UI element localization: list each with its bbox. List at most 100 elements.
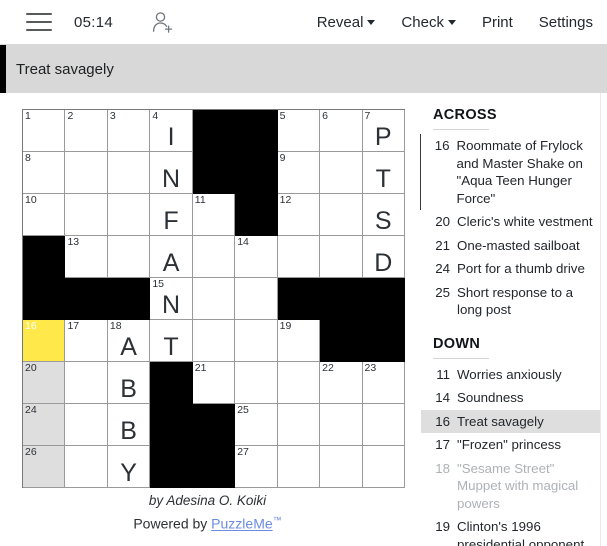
crossword-grid[interactable]: 1 2 3 4 I 5 6 7 P 8 N 9 T 10 F 11 12 S 13 A 14 D 15 N 16 17 18 A T 19… xyxy=(22,109,405,488)
grid-cell[interactable]: A xyxy=(150,236,193,278)
grid-cell[interactable]: S xyxy=(362,194,405,236)
clue-text: Port for a thumb drive xyxy=(457,261,585,276)
chevron-down-icon xyxy=(367,19,376,25)
grid-cell[interactable]: 16 xyxy=(23,320,66,362)
cell-letter: S xyxy=(374,207,392,235)
grid-cell[interactable] xyxy=(65,152,108,194)
cell-letter: T xyxy=(375,165,391,193)
across-section-heading: ACROSS xyxy=(433,107,497,123)
grid-cell[interactable] xyxy=(320,194,363,236)
grid-cell[interactable] xyxy=(192,236,236,278)
settings-button[interactable]: Settings xyxy=(539,14,593,31)
grid-cell[interactable]: 4I xyxy=(150,110,193,152)
puzzleme-link[interactable]: PuzzleMe xyxy=(211,516,272,532)
grid-cell[interactable]: 24 xyxy=(23,404,66,446)
grid-cell[interactable] xyxy=(192,278,236,320)
grid-cell[interactable]: 11 xyxy=(192,194,236,236)
add-user-icon[interactable] xyxy=(149,9,175,35)
grid-cell[interactable] xyxy=(320,236,363,278)
clue-item-down-19[interactable]: 19 Clinton's 1996 presidential opponent xyxy=(421,515,601,546)
clue-panel-scrollbar[interactable] xyxy=(600,93,607,546)
print-button[interactable]: Print xyxy=(482,14,513,31)
grid-cell[interactable] xyxy=(65,446,108,488)
grid-cell[interactable]: 26 xyxy=(23,446,66,488)
grid-cell[interactable] xyxy=(320,446,363,488)
grid-cell[interactable] xyxy=(192,320,236,362)
grid-cell[interactable]: 20 xyxy=(23,362,66,404)
grid-cell[interactable] xyxy=(362,446,405,488)
grid-cell[interactable]: 2 xyxy=(65,110,108,152)
clue-item-down-16[interactable]: 16 Treat savagely xyxy=(421,409,601,433)
hamburger-menu-icon[interactable] xyxy=(26,13,52,31)
grid-cell[interactable] xyxy=(277,362,321,404)
hamburger-line xyxy=(26,21,52,23)
grid-cell[interactable]: 18 A xyxy=(107,320,151,362)
grid-cell[interactable]: 21 xyxy=(192,362,236,404)
clue-item-down-18[interactable]: 18 "Sesame Street" Muppet with magical po… xyxy=(421,457,601,516)
grid-cell[interactable] xyxy=(320,152,363,194)
grid-cell[interactable]: T xyxy=(150,320,193,362)
grid-cell[interactable]: 15 N xyxy=(150,278,193,320)
grid-cell[interactable] xyxy=(107,236,151,278)
grid-cell[interactable] xyxy=(65,404,108,446)
grid-cell[interactable] xyxy=(277,404,321,446)
section-divider xyxy=(433,357,489,359)
grid-cell[interactable]: 19 xyxy=(277,320,321,362)
grid-cell[interactable] xyxy=(235,320,278,362)
grid-cell[interactable]: 3 xyxy=(107,110,151,152)
grid-cell[interactable] xyxy=(277,236,321,278)
puzzle-timer[interactable]: 05:14 xyxy=(74,14,113,31)
grid-cell[interactable]: 14 xyxy=(235,236,278,278)
grid-cell[interactable] xyxy=(65,362,108,404)
clue-item-across-21[interactable]: 21 One-masted sailboat xyxy=(421,234,601,258)
grid-cell[interactable]: T xyxy=(362,152,405,194)
clue-item-across-20[interactable]: 20 Cleric's white vestment xyxy=(421,210,601,234)
grid-cell[interactable]: Y xyxy=(107,446,151,488)
grid-cell[interactable]: D xyxy=(362,236,405,278)
grid-cell[interactable]: B xyxy=(107,362,151,404)
cell-number: 5 xyxy=(279,110,286,122)
scrollbar-thumb[interactable] xyxy=(601,99,606,219)
grid-cell[interactable] xyxy=(65,194,108,236)
cell-number: 1 xyxy=(25,110,31,122)
clue-panel[interactable]: ACROSS 16 Roommate of Frylock and Master S… xyxy=(415,93,607,546)
grid-cell[interactable]: F xyxy=(150,194,193,236)
grid-cell[interactable] xyxy=(235,278,278,320)
grid-cell[interactable]: 8 xyxy=(23,152,66,194)
grid-cell[interactable]: 5 xyxy=(277,110,321,152)
clue-item-across-24[interactable]: 24 Port for a thumb drive xyxy=(421,257,601,281)
cell-number: 25 xyxy=(237,404,249,416)
current-clue-bar[interactable]: Treat savagely xyxy=(0,45,607,93)
grid-cell[interactable]: 10 xyxy=(23,194,66,236)
clue-item-down-11[interactable]: 11 Worries anxiously xyxy=(421,363,601,387)
cell-number: 10 xyxy=(25,194,37,206)
reveal-menu-button[interactable]: Reveal xyxy=(317,14,376,31)
grid-cell[interactable]: 22 xyxy=(320,362,363,404)
grid-cell[interactable]: 23 xyxy=(362,362,405,404)
grid-cell[interactable]: 6 xyxy=(320,110,363,152)
grid-cell[interactable]: 7P xyxy=(362,110,405,152)
clue-item-across-16[interactable]: 16 Roommate of Frylock and Master Shake o… xyxy=(419,134,602,210)
grid-cell[interactable] xyxy=(235,362,278,404)
grid-cell[interactable]: 25 xyxy=(235,404,278,446)
cell-letter: A xyxy=(120,333,137,361)
grid-cell[interactable] xyxy=(362,404,405,446)
grid-block-cell xyxy=(235,110,278,152)
grid-cell[interactable] xyxy=(107,152,151,194)
grid-cell[interactable]: N xyxy=(150,152,193,194)
grid-cell[interactable]: 13 xyxy=(65,236,108,278)
powered-by-credit: Powered by PuzzleMe™ xyxy=(0,515,415,532)
grid-cell[interactable]: 17 xyxy=(65,320,108,362)
clue-item-across-25[interactable]: 25 Short response to a long post xyxy=(421,281,601,322)
grid-cell[interactable] xyxy=(320,404,363,446)
grid-cell[interactable]: 27 xyxy=(235,446,278,488)
grid-cell[interactable]: 12 xyxy=(277,194,321,236)
grid-cell[interactable]: 1 xyxy=(23,110,66,152)
grid-cell[interactable] xyxy=(277,446,321,488)
grid-cell[interactable]: B xyxy=(107,404,151,446)
clue-item-down-14[interactable]: 14 Soundness xyxy=(421,386,601,410)
grid-cell[interactable]: 9 xyxy=(277,152,321,194)
check-menu-button[interactable]: Check xyxy=(401,14,456,31)
clue-item-down-17[interactable]: 17 "Frozen" princess xyxy=(421,433,601,457)
grid-cell[interactable] xyxy=(107,194,151,236)
